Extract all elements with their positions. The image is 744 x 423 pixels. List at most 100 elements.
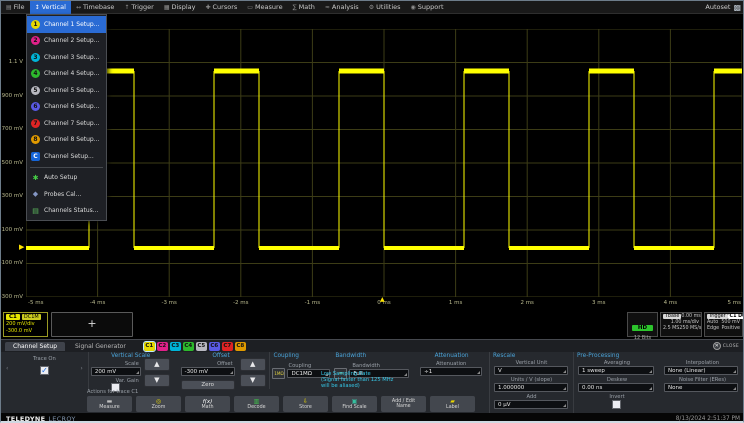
statusbar: TELEDYNE LECROY 8/13/2024 2:51:37 PM [1,413,744,423]
trigger-level: 500 mV [721,320,740,325]
interpolation-field[interactable]: None (Linear) [664,366,738,375]
measure-icon: ▭ [247,4,253,11]
add-edit-name-button[interactable]: Add / EditName [381,396,426,412]
scale-up-button[interactable]: ▲ [144,358,170,371]
menu-item-channel-6-setup[interactable]: 6Channel 6 Setup... [27,99,106,116]
offset-field[interactable]: -300 mV [181,367,235,376]
channel-7-icon: 7 [31,119,40,128]
invert-checkbox[interactable] [612,400,621,409]
menu-display[interactable]: ▦Display [159,1,201,14]
menu-vertical[interactable]: ↕Vertical [30,1,71,14]
channel-setup-icon: C [31,152,40,161]
menu-item-channel-7-setup[interactable]: 7Channel 7 Setup... [27,115,106,132]
channel-tab-c1[interactable]: C1 [144,342,155,351]
x-axis-label: 1 ms [449,300,462,306]
channel-tab-c8[interactable]: C8 [235,342,246,351]
offset-up-button[interactable]: ▲ [240,358,266,371]
menu-support[interactable]: ◉Support [406,1,449,14]
find-scale-button[interactable]: ▣Find Scale [332,396,377,412]
menu-item-auto-setup[interactable]: ✱Auto Setup [27,170,106,187]
menu-utilities[interactable]: ⚙Utilities [364,1,406,14]
acquisition-descriptor[interactable]: HD 12 Bits [627,312,658,337]
dialog-header: Channel Setup Signal Generator C1 C2 C3 … [1,340,744,352]
tab-channel-setup[interactable]: Channel Setup [5,342,65,351]
y-axis-labels: 1.1 V900 mV700 mV500 mV300 mV100 mV-100 … [1,29,24,297]
timebase-icon: ↔ [76,4,81,11]
menu-file[interactable]: ▤File [1,1,30,14]
menu-item-channel-1-setup[interactable]: 1Channel 1 Setup... [27,16,106,33]
menu-item-channel-5-setup[interactable]: 5Channel 5 Setup... [27,82,106,99]
menu-item-channel-3-setup[interactable]: 3Channel 3 Setup... [27,49,106,66]
tbase-samples: 2.5 MS [663,326,679,331]
dialog-close-button[interactable]: ✕ CLOSE [713,342,744,350]
offset-down-button[interactable]: ▼ [240,374,266,387]
menu-timebase[interactable]: ↔Timebase [71,1,119,14]
menu-trigger[interactable]: ↑Trigger [119,1,158,14]
close-icon: ✕ [713,342,721,350]
scale-field[interactable]: 200 mV [91,367,141,376]
x-axis-label: -1 ms [305,300,320,306]
autoset-icon[interactable]: ▩ [733,3,741,12]
trigger-source: C1 DC [728,314,744,319]
decode-button[interactable]: ▥Decode [234,396,279,412]
scale-down-button[interactable]: ▼ [144,374,170,387]
add-trace-button[interactable]: + [51,312,133,337]
tbase-rate: 250 MS/s [679,326,701,331]
trigger-icon: ↑ [124,4,129,11]
menu-item-channel-2-setup[interactable]: 2Channel 2 Setup... [27,33,106,50]
trigger-descriptor[interactable]: TriggerC1 DC Auto500 mV EdgePositive [704,312,743,337]
preprocessing-header: Pre-Processing [574,353,660,359]
menu-cursors[interactable]: ✚Cursors [200,1,242,14]
deskew-field[interactable]: 0.00 ns [578,383,654,392]
menu-item-channel-setup[interactable]: CChannel Setup... [27,148,106,165]
prev-channel-arrow[interactable]: ‹ [6,365,8,372]
menu-measure[interactable]: ▭Measure [242,1,287,14]
channel-tab-c7[interactable]: C7 [222,342,233,351]
channel-3-icon: 3 [31,53,40,62]
trace-on-checkbox[interactable]: ✓ [40,366,49,375]
channel-tab-c4[interactable]: C4 [183,342,194,351]
y-axis-label: -100 mV [0,260,23,266]
timebase-descriptor[interactable]: Tbase0.00 ms 1.00 ms/div 2.5 MS250 MS/s [660,312,702,337]
channel-offset-marker[interactable]: ▶ [19,244,24,251]
channel-tab-c3[interactable]: C3 [170,342,181,351]
y-axis-label: 1.1 V [9,59,23,65]
oscilloscope-app: ▤File ↕Vertical ↔Timebase ↑Trigger ▦Disp… [0,0,744,423]
measure-button[interactable]: ▬Measure [87,396,132,412]
menu-item-channel-4-setup[interactable]: 4Channel 4 Setup... [27,66,106,83]
math-button[interactable]: f(x)Math [185,396,230,412]
datetime: 8/13/2024 2:51:37 PM [676,416,740,422]
next-channel-arrow[interactable]: › [80,365,82,372]
store-button[interactable]: ⇩Store [283,396,328,412]
x-axis-label: -5 ms [28,300,43,306]
c1-trace-descriptor[interactable]: C1 DC1M 200 mV/div -300.0 mV [3,312,48,337]
menu-analysis[interactable]: ≈Analysis [320,1,364,14]
offset-zero-button[interactable]: Zero [181,380,235,390]
waveform-display[interactable] [26,29,742,297]
channel-setup-dialog: Channel Setup Signal Generator C1 C2 C3 … [1,339,744,413]
channel-tab-c5[interactable]: C5 [196,342,207,351]
label-button[interactable]: ▰Label [430,396,475,412]
channel-tab-c2[interactable]: C2 [157,342,168,351]
menu-item-probes-cal[interactable]: ◆Probes Cal... [27,186,106,203]
averaging-field[interactable]: 1 sweep [578,366,654,375]
add-field[interactable]: 0 µV [494,400,568,409]
channel-tab-c6[interactable]: C6 [209,342,220,351]
slope-field[interactable]: 1.000000 [494,383,568,392]
display-icon: ▦ [164,4,170,11]
menu-item-channel-8-setup[interactable]: 8Channel 8 Setup... [27,132,106,149]
x-axis-label: -3 ms [161,300,176,306]
c1-scale: 200 mV/div [6,321,45,327]
trigger-position-marker[interactable]: ▲ [380,297,385,303]
menu-math[interactable]: ∑Math [288,1,320,14]
analysis-icon: ≈ [325,4,330,11]
c1-label: C1 [6,314,20,320]
menu-item-channels-status[interactable]: ▤Channels Status... [27,203,106,220]
noise-filter-field[interactable]: None [664,383,738,392]
hd-mode-badge: HD [632,325,653,331]
vertical-unit-field[interactable]: V [494,366,568,375]
tab-signal-generator[interactable]: Signal Generator [67,342,134,351]
trigger-slope: Positive [722,326,741,331]
zoom-button[interactable]: ◎Zoom [136,396,181,412]
brand-teledyne: TELEDYNE [6,415,45,423]
